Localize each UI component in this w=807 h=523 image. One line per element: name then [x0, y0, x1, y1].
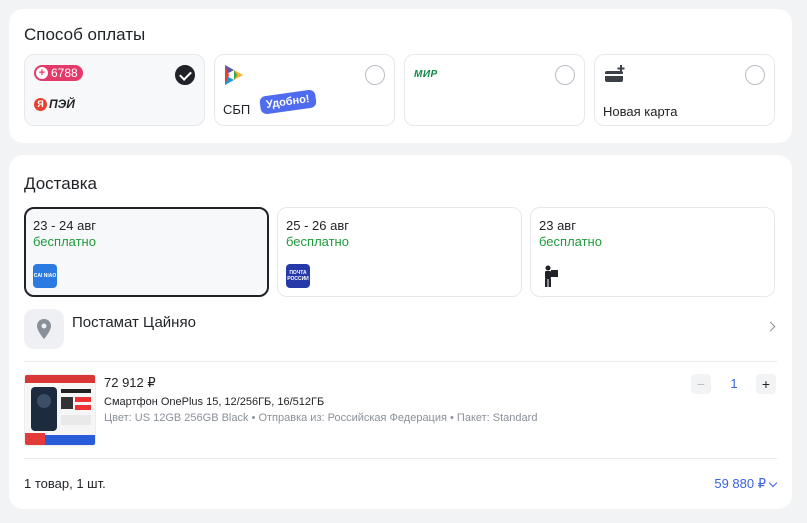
product-name[interactable]: Смартфон OnePlus 15, 12/256ГБ, 16/512ГБ	[104, 396, 324, 408]
radio-unchecked-icon[interactable]	[745, 65, 765, 85]
delivery-date: 25 - 26 авг	[286, 218, 349, 233]
quantity-value: 1	[730, 376, 738, 391]
delivery-date: 23 авг	[539, 218, 576, 233]
payment-option-sbp[interactable]: СБП Удобно!	[214, 54, 395, 126]
chevron-down-icon	[768, 478, 778, 487]
pickup-point-row[interactable]: Постамат Цайняо	[24, 309, 776, 349]
split-badge-value: 6788	[51, 66, 78, 80]
delivery-option-russian-post[interactable]: 25 - 26 авг бесплатно ПОЧТА РОССИИ	[277, 207, 522, 297]
pickup-point-label: Постамат Цайняо	[72, 314, 196, 331]
delivery-price: бесплатно	[539, 234, 602, 249]
yandex-logo-icon: Я	[34, 97, 47, 111]
order-total: 59 880 ₽	[714, 476, 766, 491]
product-price: 72 912 ₽	[104, 375, 156, 390]
order-summary-count: 1 товар, 1 шт.	[24, 476, 106, 491]
chevron-right-icon	[765, 321, 776, 332]
courier-icon	[545, 265, 558, 287]
delivery-card: Доставка 23 - 24 авг бесплатно CAI NIAO …	[9, 155, 792, 509]
russian-post-logo-icon: ПОЧТА РОССИИ	[286, 264, 310, 288]
sbp-label: СБП	[223, 102, 251, 117]
cainiao-logo-icon: CAI NIAO	[33, 264, 57, 288]
delivery-title: Доставка	[24, 174, 98, 193]
plus-icon: +	[36, 67, 48, 79]
product-meta: Цвет: US 12GB 256GB Black • Отправка из:…	[104, 412, 538, 424]
add-card-icon	[605, 65, 625, 82]
payment-option-new-card[interactable]: Новая карта	[594, 54, 775, 126]
convenient-sticker: Удобно!	[259, 89, 317, 115]
radio-unchecked-icon[interactable]	[365, 65, 385, 85]
delivery-date: 23 - 24 авг	[33, 218, 96, 233]
increase-button[interactable]: +	[756, 374, 776, 394]
divider	[24, 458, 777, 459]
payment-option-yandex-pay[interactable]: + 6788 Я ПЭЙ	[24, 54, 205, 126]
quantity-stepper: − 1 +	[691, 374, 776, 394]
yandex-pay-logo: Я ПЭЙ	[34, 97, 75, 111]
delivery-option-courier[interactable]: 23 авг бесплатно	[530, 207, 775, 297]
order-total-toggle[interactable]: 59 880 ₽	[714, 476, 778, 492]
yandex-pay-brand: ПЭЙ	[49, 97, 75, 111]
delivery-option-cainiao[interactable]: 23 - 24 авг бесплатно CAI NIAO	[24, 207, 269, 297]
divider	[24, 361, 777, 362]
delivery-price: бесплатно	[286, 234, 349, 249]
product-image[interactable]	[24, 374, 96, 446]
sbp-logo-icon	[225, 65, 243, 85]
decrease-button[interactable]: −	[691, 374, 711, 394]
radio-unchecked-icon[interactable]	[555, 65, 575, 85]
payment-title: Способ оплаты	[24, 25, 146, 44]
delivery-price: бесплатно	[33, 234, 96, 249]
split-badge: + 6788	[34, 65, 83, 81]
mir-logo-icon: МИР	[414, 69, 438, 80]
new-card-label: Новая карта	[603, 104, 678, 119]
payment-option-mir[interactable]: МИР	[404, 54, 585, 126]
payment-method-card: Способ оплаты + 6788 Я ПЭЙ СБП Удобно! М…	[9, 9, 792, 143]
location-pin-icon	[24, 309, 64, 349]
radio-checked-icon[interactable]	[175, 65, 195, 85]
